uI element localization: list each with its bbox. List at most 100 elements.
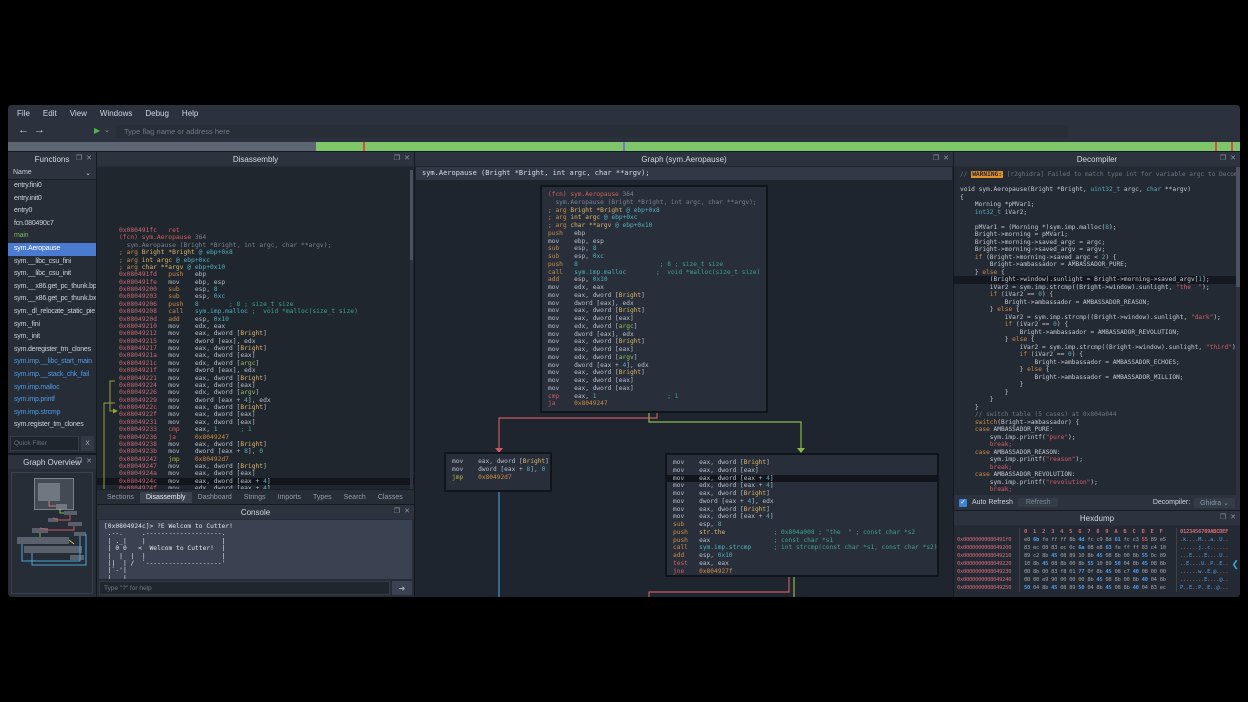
console-input[interactable]: [99, 581, 390, 595]
code-line[interactable]: sym.imp.printf("reason");: [960, 456, 1240, 464]
code-line[interactable]: 0x08049224 mov eax, dword [eax]: [119, 382, 414, 389]
code-line[interactable]: [960, 216, 1240, 224]
code-line[interactable]: push eax ; const char *s1: [673, 537, 931, 545]
back-arrow-icon[interactable]: ←: [18, 124, 29, 136]
code-line[interactable]: 0x0804923b mov dword [eax + 8], 0: [119, 448, 414, 455]
code-line[interactable]: }: [960, 389, 1240, 397]
code-line[interactable]: 0x08049208 call sym.imp.malloc ; void *m…: [119, 308, 414, 315]
tab-search[interactable]: Search: [338, 492, 372, 503]
hexdump-row[interactable]: 0x000000000804925050 04 8b 45 08 89 50 0…: [954, 584, 1240, 592]
code-line[interactable]: mov dword [eax], edx: [548, 331, 760, 339]
function-list-item[interactable]: entry.init0: [8, 193, 96, 206]
code-line[interactable]: (fcn) sym.Aeropause 364: [119, 234, 414, 241]
code-line[interactable]: sym.imp.printf("pure");: [960, 434, 1240, 442]
hexdump-row[interactable]: 0x00000000080491f0e8 6b fe ff ff 8b 4d f…: [954, 536, 1240, 544]
menu-file[interactable]: File: [17, 109, 30, 118]
code-line[interactable]: cmp eax, 1 ; 1: [548, 393, 760, 401]
code-line[interactable]: break;: [960, 441, 1240, 449]
code-line[interactable]: pMVar1 = (Morning *)sym.imp.malloc(8);: [960, 224, 1240, 232]
code-line[interactable]: sub esp, 8: [548, 245, 760, 253]
graph-block-entry[interactable]: (fcn) sym.Aeropause 364 sym.Aeropause (B…: [541, 186, 767, 412]
function-list-item[interactable]: entry.fini0: [8, 180, 96, 193]
function-list-item[interactable]: sym.register_tm_clones: [8, 419, 96, 432]
function-list-item[interactable]: sym.deregister_tm_clones: [8, 344, 96, 357]
code-line[interactable]: if (Bright->morning->saved_argc < 2) {: [960, 254, 1240, 262]
code-line[interactable]: 0x0804922f mov eax, dword [eax]: [119, 411, 414, 418]
tab-disassembly[interactable]: Disassembly: [140, 492, 192, 503]
code-line[interactable]: 0x08049221 mov eax, dword [Bright]: [119, 375, 414, 382]
code-line[interactable]: mov edx, eax: [548, 284, 760, 292]
function-list-item[interactable]: sym.imp.malloc: [8, 382, 96, 395]
code-line[interactable]: iVar2 = sym.imp.strcmp((Bright->window).…: [960, 284, 1240, 292]
code-line[interactable]: case AMBASSADOR_PURE:: [960, 426, 1240, 434]
code-line[interactable]: mov eax, dword [eax + 4]: [667, 475, 937, 483]
hexdump-row[interactable]: 0x000000000804923000 8b 00 83 f8 01 77 0…: [954, 568, 1240, 576]
code-line[interactable]: mov ebp, esp: [548, 238, 760, 246]
code-line[interactable]: iVar2 = sym.imp.strcmp((Bright->window).…: [960, 314, 1240, 322]
code-line[interactable]: mov edx, dword [argv]: [548, 354, 760, 362]
code-line[interactable]: 0x0804924a mov eax, dword [eax]: [119, 470, 414, 477]
code-line[interactable]: call sym.imp.strcmp ; int strcmp(const c…: [673, 544, 931, 552]
code-line[interactable]: 0x08049229 mov dword [eax + 4], edx: [119, 397, 414, 404]
function-list-item[interactable]: sym._fini: [8, 319, 96, 332]
code-line[interactable]: mov eax, dword [Bright]: [548, 307, 760, 315]
code-line[interactable]: ; arg Bright *Bright @ ebp+0x8: [119, 249, 414, 256]
code-line[interactable]: if (iVar2 == 0) {: [960, 321, 1240, 329]
code-line[interactable]: mov edx, dword [argc]: [548, 323, 760, 331]
code-line[interactable]: mov eax, dword [eax]: [548, 385, 760, 393]
code-line[interactable]: if (iVar2 == 0) {: [960, 291, 1240, 299]
tab-dashboard[interactable]: Dashboard: [192, 492, 238, 503]
code-line[interactable]: 0x080491fd push ebp: [119, 271, 414, 278]
code-line[interactable]: mov eax, dword [eax + 4]: [673, 513, 931, 521]
tab-types[interactable]: Types: [307, 492, 338, 503]
scroll-left-indicator-icon[interactable]: ❮: [1231, 559, 1239, 570]
quick-filter-input[interactable]: [10, 436, 79, 451]
function-list-item[interactable]: entry0: [8, 205, 96, 218]
function-list-item[interactable]: sym._init: [8, 331, 96, 344]
code-line[interactable]: Bright->ambassador = AMBASSADOR_ECHOES;: [960, 359, 1240, 367]
code-line[interactable]: mov dword [eax], edx: [548, 300, 760, 308]
function-list-item[interactable]: sym.imp.strcmp: [8, 407, 96, 420]
code-line[interactable]: sym.Aeropause (Bright *Bright, int argc,…: [119, 242, 414, 249]
code-line[interactable]: 0x08049247 mov eax, dword [Bright]: [119, 463, 414, 470]
code-line[interactable]: (Bright->window).sunlight = Bright->morn…: [954, 276, 1240, 284]
code-line[interactable]: }: [960, 396, 1240, 404]
code-line[interactable]: 0x080491fc ret: [119, 227, 414, 234]
decompiler-select[interactable]: Ghidra ⌄: [1194, 498, 1235, 508]
code-line[interactable]: 0x08049215 mov dword [eax], edx: [119, 338, 414, 345]
code-line[interactable]: mov edx, dword [eax + 4]: [673, 482, 931, 490]
function-list-item[interactable]: sym.Aeropause: [8, 243, 96, 256]
code-line[interactable]: Bright->ambassador = AMBASSADOR_PURE;: [960, 261, 1240, 269]
code-line[interactable]: }: [960, 404, 1240, 412]
code-line[interactable]: mov eax, dword [eax]: [548, 377, 760, 385]
code-line[interactable]: } else {: [960, 366, 1240, 374]
code-line[interactable]: mov eax, dword [Bright]: [548, 369, 760, 377]
code-line[interactable]: }: [960, 381, 1240, 389]
function-list-item[interactable]: main: [8, 230, 96, 243]
code-line[interactable]: Bright->ambassador = AMBASSADOR_REASON;: [960, 299, 1240, 307]
functions-sort-header[interactable]: Name⌄: [8, 166, 96, 180]
code-line[interactable]: mov eax, dword [Bright]: [673, 459, 931, 467]
code-line[interactable]: add esp, 0x10: [548, 276, 760, 284]
code-line[interactable]: case AMBASSADOR_REVOLUTION:: [960, 471, 1240, 479]
code-line[interactable]: (fcn) sym.Aeropause 364: [548, 191, 760, 199]
code-line[interactable]: 0x08049217 mov eax, dword [Bright]: [119, 345, 414, 352]
code-line[interactable]: mov eax, dword [eax]: [673, 467, 931, 475]
code-line[interactable]: ; arg Bright *Bright @ ebp+0x8: [548, 207, 760, 215]
hexdump-row[interactable]: 0x000000000804920083 ec 08 83 ec 0c 6a 0…: [954, 544, 1240, 552]
debug-dropdown-icon[interactable]: ⌄: [104, 126, 110, 134]
auto-refresh-checkbox[interactable]: ✓: [959, 499, 967, 507]
code-line[interactable]: 0x0804921f mov dword [eax], edx: [119, 367, 414, 374]
code-line[interactable]: 0x08049203 sub esp, 0xc: [119, 293, 414, 300]
code-line[interactable]: mov eax, dword [Bright]: [673, 490, 931, 498]
code-line[interactable]: sub esp, 8: [673, 521, 931, 529]
code-line[interactable]: {: [960, 194, 1240, 202]
omnibar-input[interactable]: [116, 125, 1068, 138]
menu-view[interactable]: View: [70, 109, 87, 118]
code-line[interactable]: Morning *pMVar1;: [960, 201, 1240, 209]
code-line[interactable]: // switch table (5 cases) at 0x804a044: [960, 411, 1240, 419]
code-line[interactable]: 0x08049212 mov eax, dword [Bright]: [119, 330, 414, 337]
tab-imports[interactable]: Imports: [272, 492, 307, 503]
forward-arrow-icon[interactable]: →: [34, 124, 45, 136]
code-line[interactable]: mov eax, dword [Bright]: [452, 458, 544, 466]
